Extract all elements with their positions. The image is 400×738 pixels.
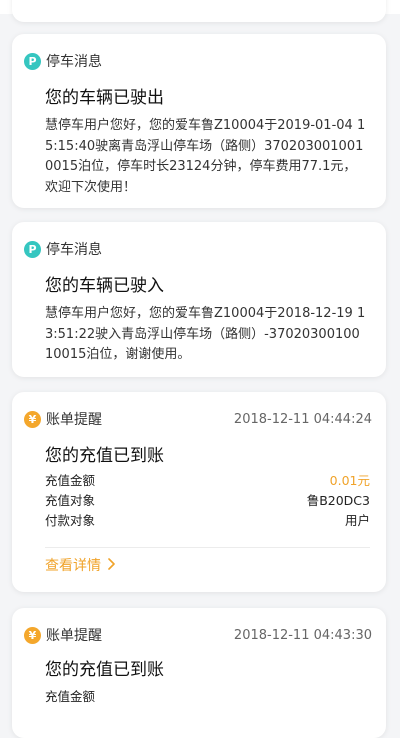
- message-card-bill-recharge[interactable]: ¥ 账单提醒 2018-12-11 04:43:30 您的充值已到账 充值金额: [12, 608, 386, 738]
- card-category-row: ¥ 账单提醒 2018-12-11 04:44:24: [24, 410, 372, 430]
- card-category: 停车消息: [46, 54, 102, 70]
- card-category-row: P 停车消息: [24, 52, 372, 72]
- divider: [45, 547, 370, 548]
- parking-icon: P: [24, 53, 41, 70]
- previous-card-edge: [12, 0, 386, 22]
- message-body: 慧停车用户您好，您的爱车鲁Z10004于2019-01-04 15:15:40驶…: [45, 118, 366, 195]
- view-details-label: 查看详情: [45, 558, 101, 574]
- message-card-parking-entry[interactable]: P 停车消息 您的车辆已驶入 慧停车用户您好，您的爱车鲁Z10004于2018-…: [12, 222, 386, 377]
- yuan-icon: ¥: [24, 411, 41, 428]
- message-card-parking-exit[interactable]: P 停车消息 您的车辆已驶出 慧停车用户您好，您的爱车鲁Z10004于2019-…: [12, 34, 386, 208]
- row-label: 充值金额: [45, 689, 96, 704]
- chevron-right-icon: [107, 556, 115, 576]
- card-category: 停车消息: [46, 242, 102, 258]
- card-category-row: P 停车消息: [24, 240, 372, 260]
- parking-icon: P: [24, 241, 41, 258]
- yuan-icon: ¥: [24, 627, 41, 644]
- card-category-row: ¥ 账单提醒 2018-12-11 04:43:30: [24, 626, 372, 646]
- message-title: 您的车辆已驶入: [45, 276, 164, 296]
- row-value: 鲁B20DC3: [306, 493, 370, 508]
- row-value: 0.01元: [329, 473, 370, 488]
- message-body: 慧停车用户您好，您的爱车鲁Z10004于2018-12-19 13:51:22驶…: [45, 306, 366, 362]
- card-timestamp: 2018-12-11 04:43:30: [233, 628, 372, 643]
- message-title: 您的车辆已驶出: [45, 88, 164, 108]
- detail-row-amount: 充值金额 0.01元: [45, 471, 370, 491]
- card-timestamp: 2018-12-11 04:44:24: [233, 412, 372, 427]
- message-card-bill-recharge[interactable]: ¥ 账单提醒 2018-12-11 04:44:24 您的充值已到账 充值金额 …: [12, 392, 386, 592]
- message-title: 您的充值已到账: [45, 446, 164, 466]
- row-value: 用户: [344, 513, 370, 528]
- row-label: 付款对象: [45, 513, 96, 528]
- card-category: 账单提醒: [46, 628, 102, 644]
- detail-row-amount: 充值金额: [45, 687, 370, 707]
- detail-row-payer: 付款对象 用户: [45, 511, 370, 531]
- view-details-link[interactable]: 查看详情: [45, 556, 115, 576]
- message-title: 您的充值已到账: [45, 660, 164, 680]
- detail-row-target: 充值对象 鲁B20DC3: [45, 491, 370, 511]
- row-label: 充值金额: [45, 473, 96, 488]
- row-label: 充值对象: [45, 493, 96, 508]
- card-category: 账单提醒: [46, 412, 102, 428]
